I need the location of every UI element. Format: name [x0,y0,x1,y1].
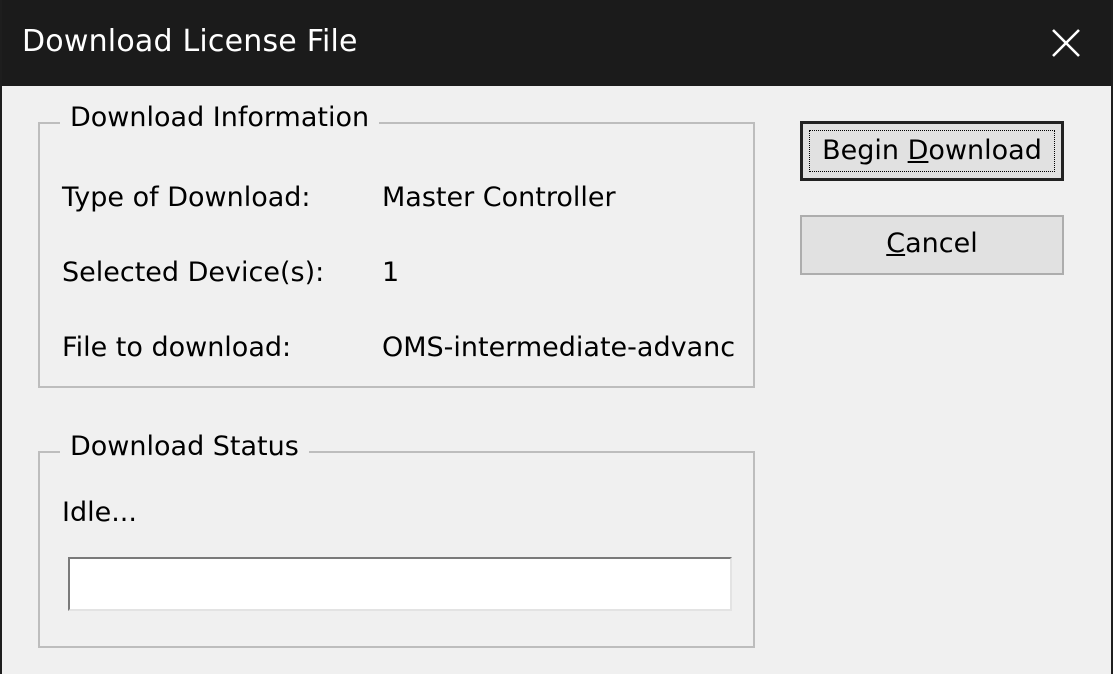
title-bar[interactable]: Download License File [2,0,1111,86]
download-information-legend: Download Information [60,102,380,133]
selected-devices-value: 1 [382,257,400,288]
cancel-button[interactable]: Cancel [800,215,1064,275]
file-to-download-label: File to download: [62,332,292,363]
download-information-group: Download Information Type of Download: M… [38,102,755,388]
status-text: Idle... [62,497,137,528]
download-status-legend: Download Status [60,431,309,462]
download-status-group: Download Status Idle... [38,431,755,648]
download-progress-bar [68,557,732,611]
begin-download-button[interactable]: Begin Download [800,121,1064,181]
cancel-label: Cancel [886,228,978,259]
selected-devices-label: Selected Device(s): [62,257,325,288]
dialog-window: Download License File Download Informati… [0,0,1113,674]
window-title: Download License File [22,24,358,59]
type-of-download-value: Master Controller [382,182,616,213]
type-of-download-label: Type of Download: [62,182,311,213]
close-button[interactable] [1021,0,1111,86]
begin-download-label: Begin Download [822,135,1042,166]
file-to-download-value: OMS-intermediate-advanc [382,332,736,363]
close-icon [1052,29,1080,57]
